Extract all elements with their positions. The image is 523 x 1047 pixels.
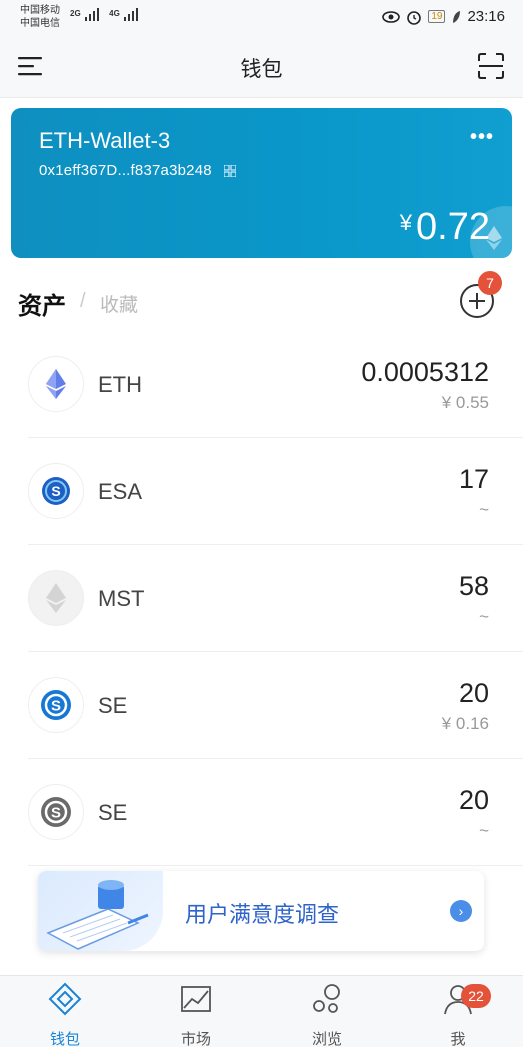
signal-icon (124, 8, 139, 21)
currency-symbol: ¥ (399, 210, 413, 235)
leaf-icon (453, 10, 461, 23)
se-token-gray-icon: S (28, 784, 84, 840)
asset-row-se[interactable]: S SE 20 ~ (28, 759, 523, 866)
add-asset-badge: 7 (478, 271, 502, 295)
asset-amount: 58 (458, 571, 489, 601)
nav-wallet[interactable]: 钱包 (20, 982, 110, 1047)
eye-icon (382, 10, 401, 23)
asset-amount: 17 (458, 464, 489, 494)
nav-browse-label: 浏览 (311, 1031, 342, 1047)
asset-fiat-value: ~ (479, 607, 489, 626)
asset-list: ETH 0.0005312 ¥ 0.55 S ESA 17 ~ MST 58 ~ (0, 331, 523, 866)
survey-banner-text: 用户满意度调查 (185, 902, 340, 927)
asset-fiat-value: ¥ 0.55 (441, 393, 489, 412)
bubbles-icon (313, 984, 340, 1013)
chevron-right-icon[interactable]: › (450, 900, 472, 922)
asset-fiat-value: ~ (479, 500, 489, 519)
asset-row-eth[interactable]: ETH 0.0005312 ¥ 0.55 (28, 331, 523, 438)
nav-market[interactable]: 市场 (151, 982, 241, 1047)
balance-value: 0.72 (416, 206, 490, 248)
app-header: 钱包 (0, 36, 523, 98)
wallet-diamond-icon (48, 982, 82, 1016)
survey-banner[interactable]: 用户满意度调查 › (38, 871, 484, 951)
clock-time: 23:16 (467, 8, 505, 25)
carrier-2: 中国电信 (20, 18, 60, 29)
signal-icon (84, 8, 99, 21)
more-options-icon[interactable]: ••• (470, 126, 494, 149)
bottom-navigation: 钱包 市场 浏览 我 22 (0, 975, 523, 1047)
network-type-2: 4G (109, 9, 120, 19)
wallet-address-row[interactable]: 0x1eff367D...f837a3b248 (39, 162, 237, 179)
asset-amount: 20 (458, 785, 489, 815)
asset-row-mst[interactable]: MST 58 ~ (28, 545, 523, 652)
asset-amount: 20 (458, 678, 489, 708)
asset-fiat-value: ~ (479, 821, 489, 840)
asset-symbol: ESA (98, 479, 143, 504)
nav-me[interactable]: 我 22 (413, 982, 503, 1047)
carrier-names: 中国移动 中国电信 (20, 4, 60, 30)
nav-market-label: 市场 (180, 1031, 211, 1047)
scan-icon[interactable] (477, 52, 505, 80)
network-type-1: 2G (70, 9, 81, 19)
tab-favorites[interactable]: 收藏 (100, 290, 138, 317)
asset-symbol: SE (98, 693, 128, 718)
asset-amount: 0.0005312 (361, 357, 489, 387)
asset-symbol: SE (98, 800, 128, 825)
tab-separator: / (80, 290, 86, 312)
nav-browse[interactable]: 浏览 (282, 982, 372, 1047)
wallet-address: 0x1eff367D...f837a3b248 (39, 162, 212, 179)
asset-symbol: MST (98, 586, 145, 611)
ethereum-icon (28, 356, 84, 412)
carrier-1: 中国移动 (20, 5, 60, 16)
network-signal: 2G 4G (70, 7, 146, 21)
asset-fiat-value: ¥ 0.16 (441, 714, 489, 733)
qr-code-icon[interactable] (224, 165, 237, 178)
survey-illustration (38, 871, 163, 951)
chart-trend-icon (181, 986, 211, 1012)
clipboard-illustration-icon (46, 880, 149, 950)
wallet-card[interactable]: ETH-Wallet-3 0x1eff367D...f837a3b248 •••… (11, 108, 512, 258)
alarm-icon (407, 10, 422, 25)
status-bar: 中国移动 中国电信 2G 4G 19 23:16 (0, 0, 523, 36)
mst-token-icon (28, 570, 84, 626)
asset-symbol: ETH (98, 372, 142, 397)
nav-wallet-label: 钱包 (49, 1031, 80, 1047)
asset-row-esa[interactable]: S ESA 17 ~ (28, 438, 523, 545)
se-token-blue-icon: S (28, 677, 84, 733)
svg-text:S: S (51, 805, 61, 822)
svg-text:S: S (51, 698, 61, 715)
asset-row-se[interactable]: S SE 20 ¥ 0.16 (28, 652, 523, 759)
nav-me-label: 我 (450, 1031, 466, 1047)
page-title: 钱包 (240, 58, 283, 81)
notification-badge: 22 (461, 984, 491, 1008)
wallet-name: ETH-Wallet-3 (39, 128, 171, 153)
battery-icon: 19 (428, 10, 446, 23)
esa-token-icon: S (28, 463, 84, 519)
status-right: 19 23:16 (382, 8, 505, 25)
wallet-balance: ¥0.72 (400, 206, 490, 249)
tab-assets[interactable]: 资产 (18, 286, 66, 321)
svg-text:S: S (51, 483, 60, 499)
